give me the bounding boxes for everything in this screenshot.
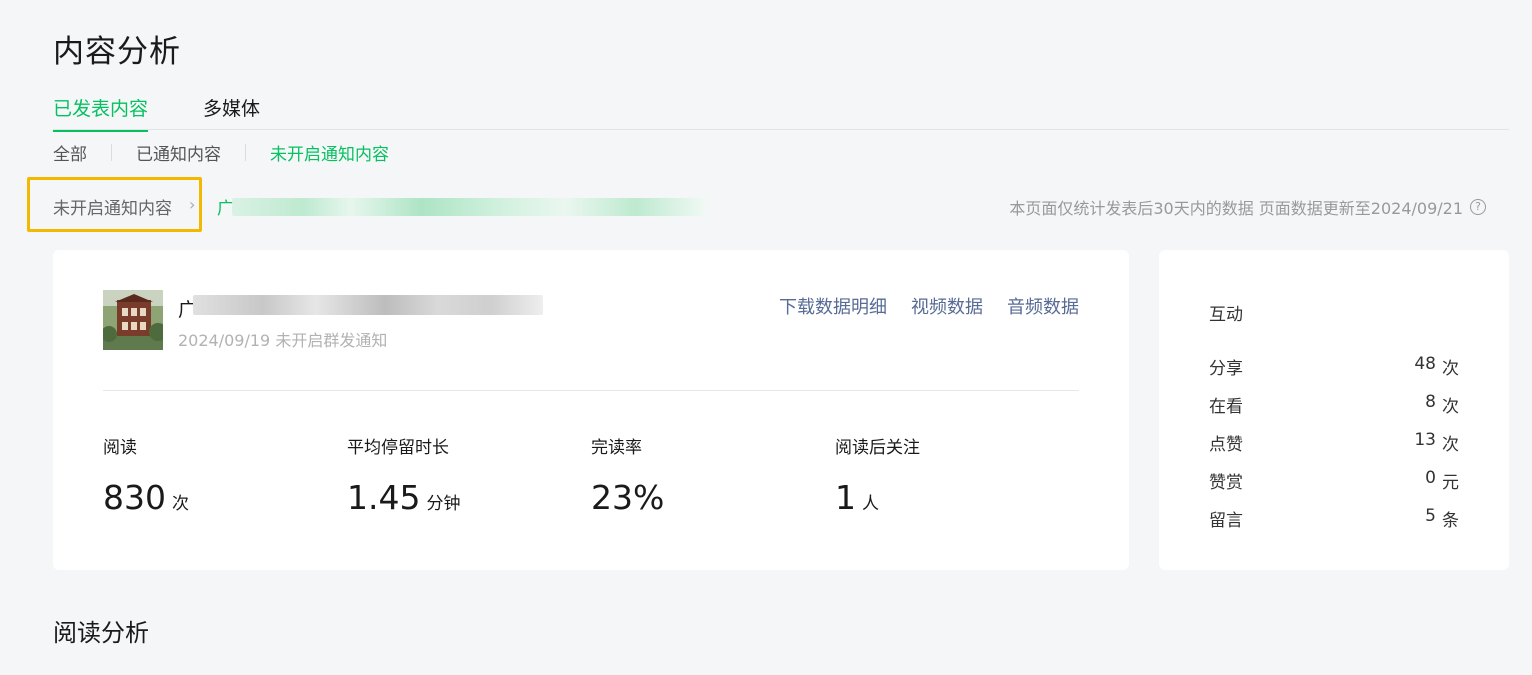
interaction-unit: 次 — [1442, 435, 1459, 455]
stat-value: 1 — [835, 478, 856, 517]
interaction-value-group: 8次 — [1425, 392, 1459, 417]
stat-value-row: 23% — [591, 478, 664, 517]
interaction-label: 留言 — [1209, 511, 1243, 531]
interaction-value: 0 — [1425, 468, 1436, 488]
stat-label: 完读率 — [591, 438, 642, 458]
audio-data-link[interactable]: 音频数据 — [1007, 293, 1079, 319]
content-tabs: 已发表内容 多媒体 — [53, 92, 1509, 132]
reading-analysis-title: 阅读分析 — [53, 619, 149, 647]
interaction-label: 点赞 — [1209, 435, 1243, 455]
subtab-not-notified[interactable]: 未开启通知内容 — [270, 140, 389, 165]
chevron-right-icon: › — [189, 195, 196, 214]
help-icon[interactable]: ? — [1470, 199, 1486, 215]
subtab-all[interactable]: 全部 — [53, 140, 87, 165]
interaction-unit: 次 — [1442, 359, 1459, 379]
download-details-link[interactable]: 下载数据明细 — [779, 293, 887, 319]
interaction-unit: 元 — [1442, 473, 1459, 493]
interaction-value: 8 — [1425, 392, 1436, 412]
tab-published[interactable]: 已发表内容 — [53, 94, 149, 132]
interaction-row-share: 分享 48 次 — [1209, 354, 1459, 379]
article-date: 2024/09/19 — [178, 331, 271, 350]
article-status: 未开启群发通知 — [275, 331, 388, 350]
stat-value-row: 1.45 分钟 — [347, 478, 460, 517]
interaction-value-group: 13 次 — [1414, 430, 1459, 455]
article-meta: 2024/09/19 未开启群发通知 — [178, 327, 387, 351]
stat-value-row: 1人 — [835, 478, 920, 517]
interaction-value-group: 0元 — [1425, 468, 1459, 493]
stat-value: 23% — [591, 478, 665, 517]
interaction-value: 13 — [1414, 430, 1436, 450]
stat-label: 阅读后关注 — [835, 438, 920, 458]
interaction-value-group: 48 次 — [1414, 354, 1459, 379]
redacted-title-mask — [232, 198, 707, 216]
subtab-divider — [245, 143, 246, 161]
article-summary-card: 广 2024/09/19 未开启群发通知 下载数据明细 视频数据 音频数据 阅读… — [53, 250, 1129, 570]
subtabs: 全部 已通知内容 未开启通知内容 — [53, 140, 389, 165]
stat-completion-rate: 完读率 23% — [591, 433, 664, 517]
tab-multimedia[interactable]: 多媒体 — [203, 94, 260, 130]
interaction-row-rewards: 赞赏 0元 — [1209, 468, 1459, 493]
redacted-article-title-mask — [193, 295, 543, 315]
data-scope-text: 本页面仅统计发表后30天内的数据 页面数据更新至2024/09/21 — [1009, 199, 1463, 218]
interaction-value: 48 — [1414, 354, 1436, 374]
breadcrumb-parent[interactable]: 未开启通知内容 — [53, 194, 172, 219]
stat-unit: 人 — [862, 494, 879, 514]
card-divider — [103, 390, 1079, 391]
interaction-row-likes: 点赞 13 次 — [1209, 430, 1459, 455]
article-actions: 下载数据明细 视频数据 音频数据 — [779, 293, 1079, 319]
article-thumbnail — [103, 290, 163, 350]
interaction-row-watching: 在看 8次 — [1209, 392, 1459, 417]
subtab-notified[interactable]: 已通知内容 — [136, 140, 221, 165]
stat-unit: 分钟 — [426, 494, 461, 514]
subtab-divider — [111, 143, 112, 161]
interaction-row-comments: 留言 5条 — [1209, 506, 1459, 531]
interaction-unit: 条 — [1442, 511, 1459, 531]
stat-follows-after-read: 阅读后关注 1人 — [835, 433, 920, 517]
page-title: 内容分析 — [53, 34, 181, 70]
stat-label: 阅读 — [103, 438, 137, 458]
stat-value: 1.45 — [347, 478, 421, 517]
data-scope-note: 本页面仅统计发表后30天内的数据 页面数据更新至2024/09/21 ? — [1009, 195, 1486, 219]
interaction-card: 互动 分享 48 次 在看 8次 点赞 13 次 赞赏 0元 留言 5条 — [1159, 250, 1509, 570]
video-data-link[interactable]: 视频数据 — [911, 293, 983, 319]
interaction-value-group: 5条 — [1425, 506, 1459, 531]
interaction-value: 5 — [1425, 506, 1436, 526]
stat-value: 830 — [103, 478, 166, 517]
stat-unit: 次 — [172, 494, 189, 514]
stat-avg-duration: 平均停留时长 1.45 分钟 — [347, 433, 460, 517]
interaction-unit: 次 — [1442, 397, 1459, 417]
stat-reads: 阅读 830 次 — [103, 433, 189, 517]
interaction-label: 在看 — [1209, 397, 1243, 417]
stat-value-row: 830 次 — [103, 478, 189, 517]
interaction-label: 分享 — [1209, 359, 1243, 379]
interaction-label: 赞赏 — [1209, 473, 1243, 493]
interaction-title: 互动 — [1209, 305, 1243, 325]
stat-label: 平均停留时长 — [347, 438, 449, 458]
